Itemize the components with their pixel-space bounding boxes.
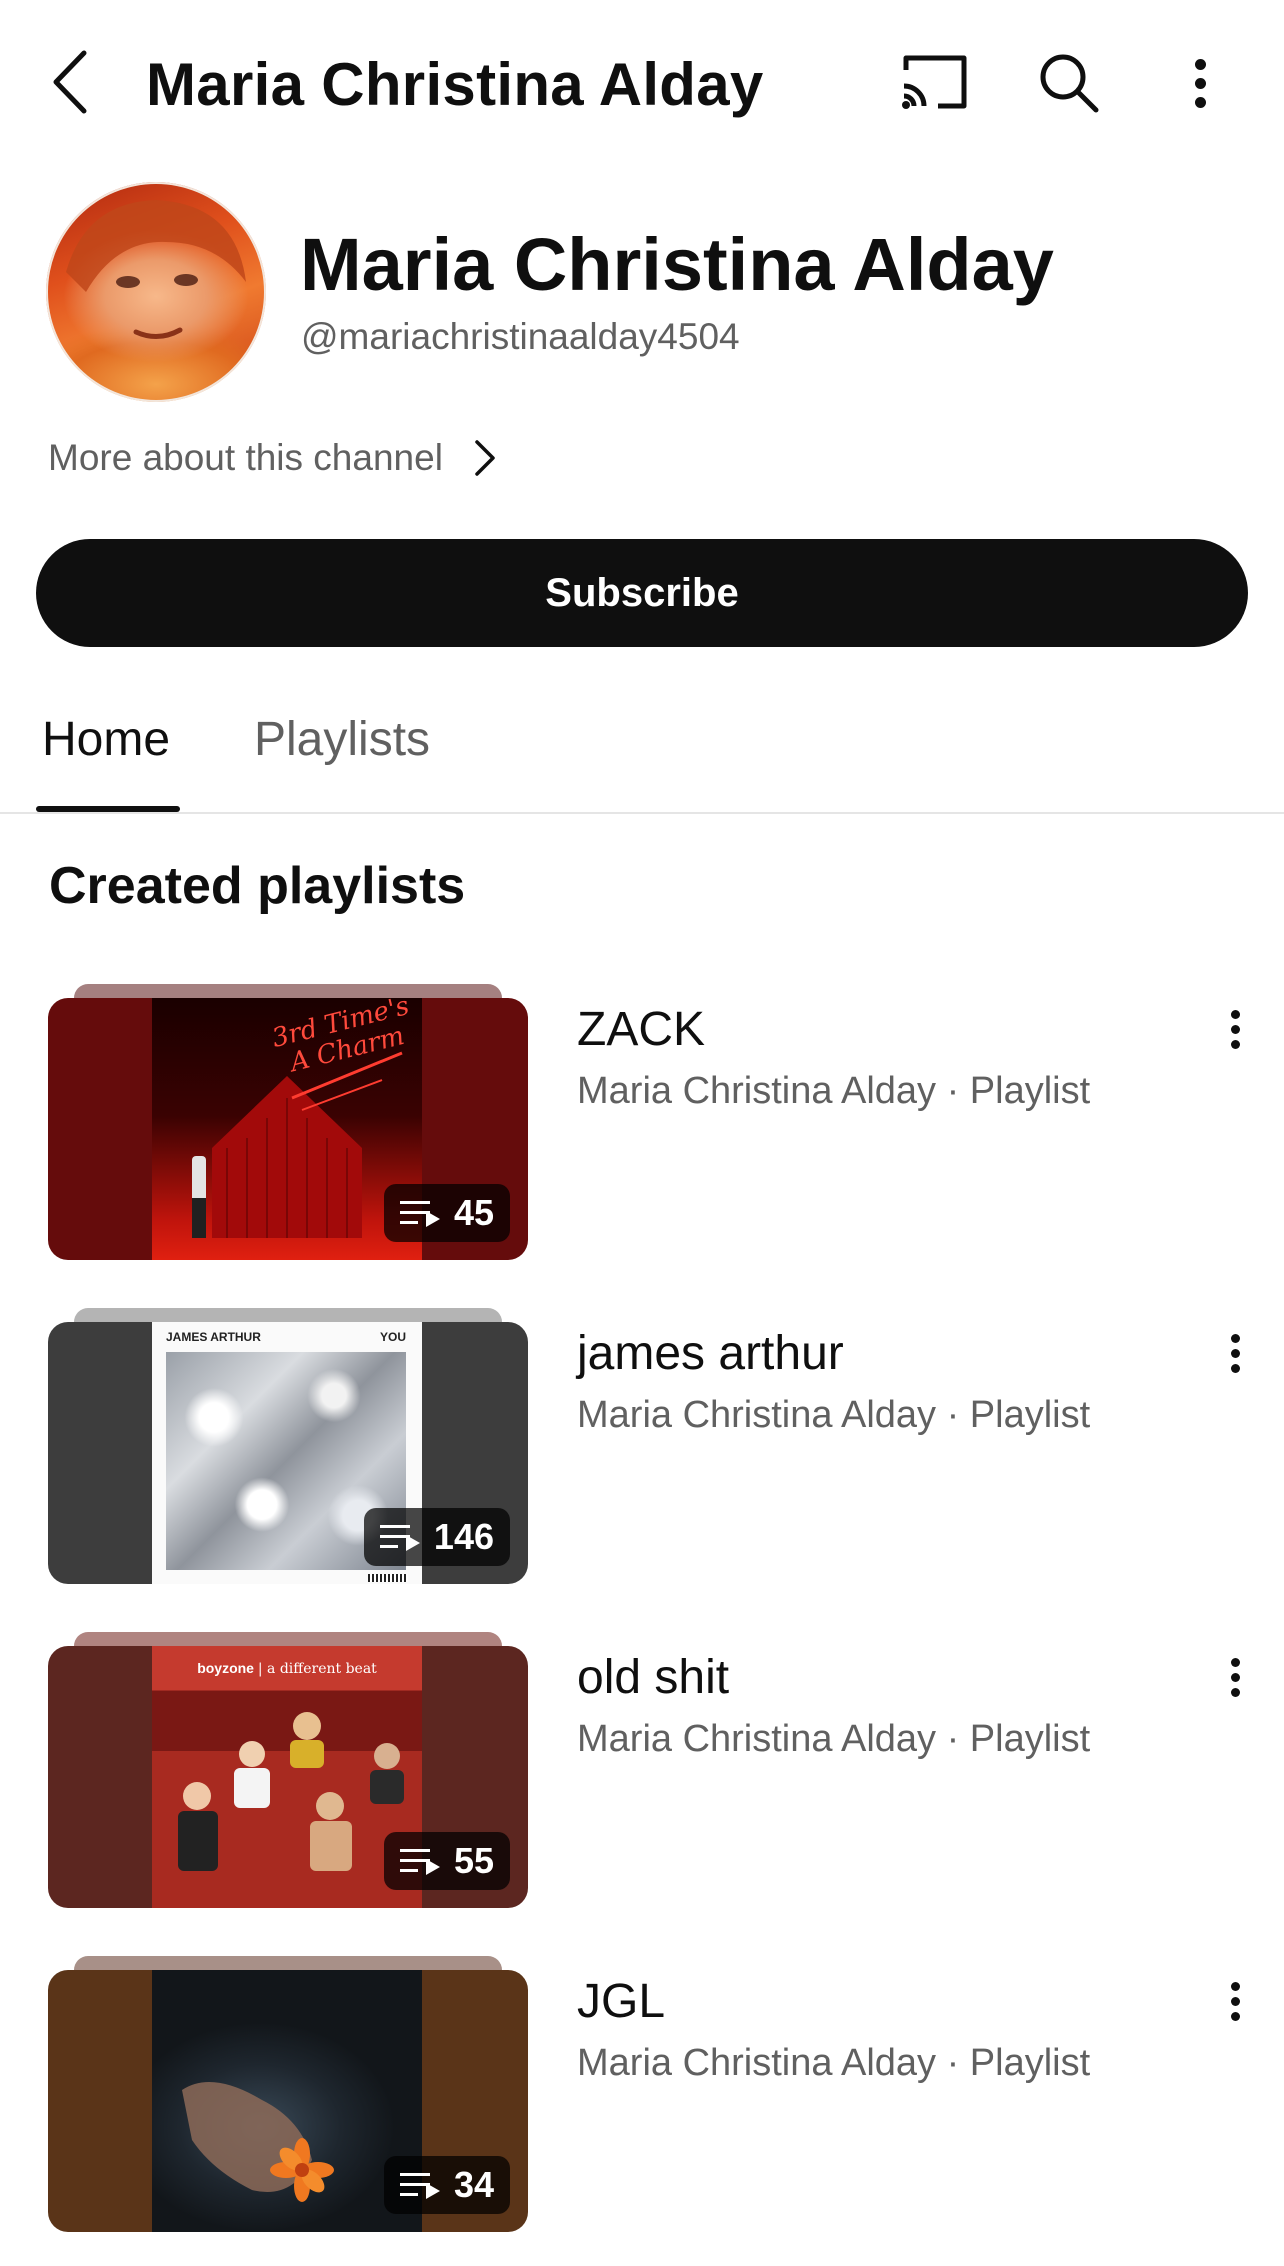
playlist-thumbnail[interactable]: boyzone | a different beat 55 xyxy=(48,1632,528,1912)
playlist-meta: Maria Christina Alday · Playlist xyxy=(577,2042,1091,2084)
video-count: 45 xyxy=(453,1192,494,1233)
more-about-label: More about this channel xyxy=(48,437,443,478)
more-options-button[interactable] xyxy=(1170,50,1230,116)
channel-name: Maria Christina Alday xyxy=(300,223,1054,306)
thumbnail-frame: 3rd Time's A Charm 45 xyxy=(48,998,528,1260)
tab-home[interactable]: Home xyxy=(42,712,170,767)
video-count: 55 xyxy=(453,1840,494,1881)
cast-button[interactable] xyxy=(900,52,970,114)
album-art: 3rd Time's A Charm xyxy=(152,998,422,1260)
search-button[interactable] xyxy=(1036,50,1102,116)
video-count-badge: 45 xyxy=(383,1184,510,1242)
playlist-meta: Maria Christina Alday · Playlist xyxy=(577,1070,1091,1112)
tabs-divider xyxy=(0,812,1284,814)
more-about-channel-link[interactable]: More about this channel xyxy=(48,430,497,486)
album-art xyxy=(152,1970,422,2232)
playlist-row[interactable]: boyzone | a different beat 55 old shit M… xyxy=(0,1632,1284,1932)
playlist-more-button[interactable] xyxy=(1210,994,1260,1064)
playlist-row[interactable]: JAMES ARTHUR YOU 146 james arthur Maria … xyxy=(0,1308,1284,1608)
subscribe-button[interactable]: Subscribe xyxy=(36,539,1248,647)
top-bar-title: Maria Christina Alday xyxy=(146,51,764,118)
playlist-row[interactable]: 3rd Time's A Charm 45 ZACK Maria Christi… xyxy=(0,984,1284,1284)
avatar-photo xyxy=(66,200,246,339)
playlist-queue-icon xyxy=(399,1849,440,1875)
playlist-thumbnail[interactable]: JAMES ARTHUR YOU 146 xyxy=(48,1308,528,1588)
playlist-title[interactable]: old shit xyxy=(577,1650,729,1705)
thumbnail-frame: 34 xyxy=(48,1970,528,2232)
playlist-meta: Maria Christina Alday · Playlist xyxy=(577,1718,1091,1760)
playlist-more-button[interactable] xyxy=(1210,1966,1260,2036)
playlist-title[interactable]: ZACK xyxy=(577,1002,705,1057)
back-arrow-icon xyxy=(53,50,87,114)
thumbnail-frame: boyzone | a different beat 55 xyxy=(48,1646,528,1908)
more-vert-icon xyxy=(1230,1976,1240,2027)
more-vert-icon xyxy=(1230,1652,1240,1703)
album-art-title-text: YOU xyxy=(379,1330,406,1344)
more-vert-icon xyxy=(1230,1004,1240,1055)
playlist-row[interactable]: 34 JGL Maria Christina Alday · Playlist xyxy=(0,1956,1284,2256)
video-count-badge: 146 xyxy=(363,1508,510,1566)
search-icon xyxy=(1040,54,1099,113)
playlist-thumbnail[interactable]: 3rd Time's A Charm 45 xyxy=(48,984,528,1264)
chevron-right-icon xyxy=(475,440,495,476)
cast-icon xyxy=(902,55,967,109)
playlist-title[interactable]: JGL xyxy=(577,1974,665,2029)
playlist-thumbnail[interactable]: 34 xyxy=(48,1956,528,2236)
back-button[interactable] xyxy=(40,42,100,122)
playlist-queue-icon xyxy=(399,2173,440,2199)
more-vert-icon xyxy=(1230,1328,1240,1379)
thumbnail-frame: JAMES ARTHUR YOU 146 xyxy=(48,1322,528,1584)
album-art-artist-text: JAMES ARTHUR xyxy=(166,1330,261,1344)
video-count-badge: 34 xyxy=(383,2156,510,2214)
playlist-meta: Maria Christina Alday · Playlist xyxy=(577,1394,1091,1436)
playlist-more-button[interactable] xyxy=(1210,1318,1260,1388)
video-count-badge: 55 xyxy=(383,1832,510,1890)
video-count: 146 xyxy=(433,1516,494,1557)
playlist-more-button[interactable] xyxy=(1210,1642,1260,1712)
avatar[interactable] xyxy=(46,182,266,402)
channel-handle: @mariachristinaalday4504 xyxy=(301,316,740,357)
playlist-queue-icon xyxy=(379,1525,420,1551)
video-count: 34 xyxy=(453,2164,494,2205)
more-vert-icon xyxy=(1194,51,1206,116)
tab-playlists[interactable]: Playlists xyxy=(254,712,430,767)
section-title: Created playlists xyxy=(49,857,466,915)
playlist-title[interactable]: james arthur xyxy=(577,1326,844,1381)
album-art: boyzone | a different beat xyxy=(152,1646,422,1908)
playlist-queue-icon xyxy=(399,1201,440,1227)
